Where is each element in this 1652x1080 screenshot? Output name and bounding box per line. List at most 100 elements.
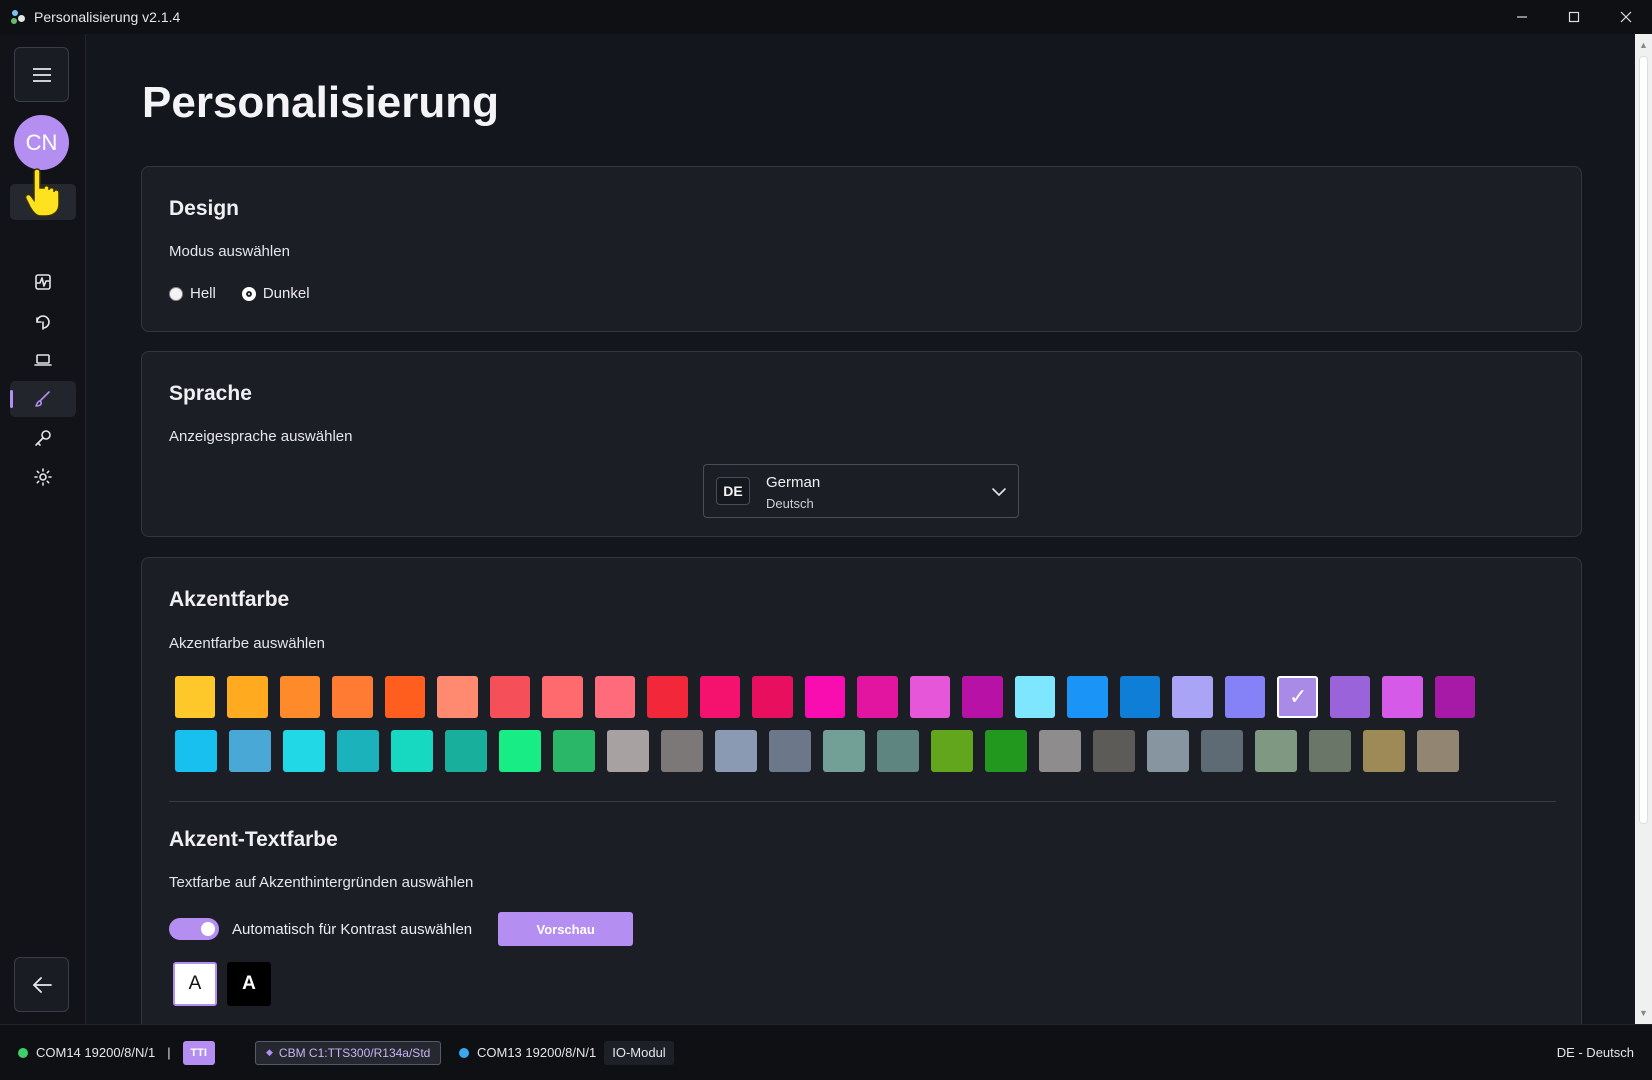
text-color-options: A A [173,962,271,1006]
tti-chip[interactable]: TTI [182,1040,215,1065]
accent-swatch[interactable] [1201,730,1243,772]
accent-swatch[interactable] [229,730,271,772]
accent-swatch[interactable] [661,730,703,772]
accent-swatch[interactable] [1434,676,1476,718]
accent-swatch[interactable] [1172,676,1213,718]
accent-swatch[interactable] [962,676,1003,718]
menu-button[interactable] [14,47,69,102]
accent-swatch[interactable] [1119,676,1161,718]
page-title: Personalisierung [142,78,500,127]
nav-service[interactable] [10,420,76,456]
language-dropdown[interactable]: DE German Deutsch [703,464,1019,518]
accent-swatch[interactable] [594,676,636,718]
language-name: German [766,474,821,491]
text-color-white-option[interactable]: A [173,962,217,1006]
accent-swatch[interactable] [283,730,325,772]
accent-swatch[interactable] [1147,730,1189,772]
accent-swatch[interactable] [769,730,811,772]
accent-swatch[interactable] [1417,730,1459,772]
accent-swatch[interactable] [1309,730,1351,772]
accent-swatch[interactable] [931,730,973,772]
nav-settings[interactable] [10,459,76,495]
section-divider [169,801,1556,802]
accent-card: Akzentfarbe Akzentfarbe auswählen ✓ Akze… [141,557,1582,1024]
accent-swatch[interactable] [607,730,649,772]
vertical-scrollbar[interactable]: ▲ ▼ [1635,34,1652,1024]
accent-swatch[interactable] [1382,676,1423,718]
accent-swatch[interactable] [1224,676,1266,718]
accent-swatch[interactable] [332,676,373,718]
accent-swatch[interactable] [1093,730,1135,772]
accent-swatch[interactable] [445,730,487,772]
accent-swatch[interactable] [699,676,741,718]
accent-swatch[interactable]: ✓ [1277,676,1318,718]
io-module-chip[interactable]: IO-Modul [604,1040,674,1065]
accent-swatch[interactable] [1039,730,1081,772]
accent-swatch[interactable] [337,730,379,772]
close-icon[interactable] [1600,0,1652,34]
accent-swatch[interactable] [1067,676,1108,718]
scroll-up-icon[interactable]: ▲ [1635,36,1652,53]
accent-swatch[interactable] [877,730,919,772]
accent-text-subtitle: Textfarbe auf Akzenthintergründen auswäh… [169,874,474,891]
accent-swatch[interactable] [542,676,583,718]
design-title: Design [169,197,240,220]
radio-dunkel[interactable]: Dunkel [241,285,310,302]
brush-icon [35,391,50,407]
accent-subtitle: Akzentfarbe auswählen [169,635,325,652]
radio-hell-dot[interactable] [169,286,183,301]
text-color-black-option[interactable]: A [227,962,271,1006]
accent-swatch[interactable] [715,730,757,772]
accent-swatch[interactable] [823,730,865,772]
activity-icon [35,274,51,290]
accent-swatch[interactable] [1329,676,1371,718]
accent-swatch[interactable] [489,676,531,718]
hamburger-icon [32,67,51,82]
radio-dunkel-label: Dunkel [262,285,310,302]
accent-swatch[interactable] [437,676,478,718]
language-native-name: Deutsch [766,496,814,511]
nav-activity[interactable] [10,264,76,300]
nav-calibration[interactable] [10,304,76,340]
swatch-row-1: ✓ [175,676,1476,718]
radio-hell-label: Hell [190,285,216,302]
accent-swatch[interactable] [175,676,216,718]
laptop-icon [34,354,52,366]
accent-swatch[interactable] [909,676,951,718]
title-bar: Personalisierung v2.1.4 [0,0,1652,34]
accent-swatch[interactable] [985,730,1027,772]
radio-hell[interactable]: Hell [169,285,216,302]
back-button[interactable] [14,957,69,1012]
minimize-icon[interactable] [1496,0,1548,34]
accent-swatch[interactable] [499,730,541,772]
nav-personalization[interactable] [10,381,76,417]
accent-swatch[interactable] [1255,730,1297,772]
auto-contrast-toggle[interactable] [169,918,219,940]
accent-swatch[interactable] [384,676,426,718]
accent-swatch[interactable] [553,730,595,772]
accent-swatch[interactable] [1363,730,1405,772]
nav-device[interactable] [10,342,76,378]
radio-dunkel-dot[interactable] [241,286,256,301]
accent-swatch[interactable] [647,676,688,718]
avatar[interactable]: CN [14,115,69,170]
arrow-left-icon [32,976,52,993]
maximize-icon[interactable] [1548,0,1600,34]
accent-swatch[interactable] [804,676,846,718]
accent-swatch[interactable] [752,676,793,718]
accent-swatch[interactable] [227,676,268,718]
status-language[interactable]: DE - Deutsch [1557,1045,1634,1060]
language-subtitle: Anzeigesprache auswählen [169,428,353,445]
status-separator: | [167,1045,171,1060]
accent-swatch[interactable] [175,730,217,772]
diamond-icon: ◆ [266,1047,273,1057]
scroll-thumb[interactable] [1639,56,1648,824]
preview-button[interactable]: Vorschau [498,912,634,946]
accent-swatch[interactable] [1014,676,1056,718]
accent-swatch[interactable] [857,676,898,718]
scroll-down-icon[interactable]: ▼ [1635,1004,1652,1021]
accent-swatch[interactable] [391,730,433,772]
toggle-knob [201,922,215,936]
device-chip[interactable]: ◆ CBM C1:TTS300/R134a/Std [255,1040,442,1065]
accent-swatch[interactable] [279,676,321,718]
